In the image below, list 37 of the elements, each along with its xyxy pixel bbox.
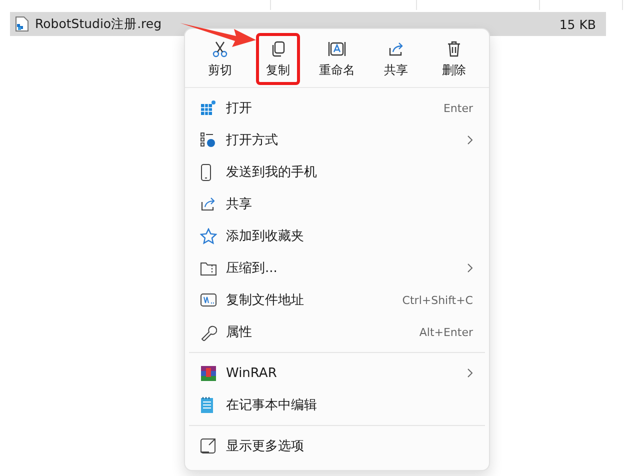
delete-button[interactable]: 删除	[432, 33, 476, 85]
grid-icon	[200, 100, 216, 116]
expand-icon	[200, 438, 216, 454]
notepad-icon	[200, 396, 214, 414]
shortcut-text: Ctrl+Shift+C	[402, 294, 473, 306]
share-icon	[387, 40, 405, 58]
trash-icon	[445, 40, 463, 58]
path-icon	[200, 293, 217, 307]
menu-item[interactable]: WinRAR	[185, 357, 489, 389]
menu-item[interactable]: 共享	[185, 188, 489, 220]
menu-item[interactable]: 压缩到...	[185, 252, 489, 284]
phone-icon	[200, 164, 212, 180]
file-size: 15 KB	[559, 16, 596, 32]
zip-folder-icon	[200, 260, 217, 276]
menu-item[interactable]: 添加到收藏夹	[185, 220, 489, 252]
menu-item[interactable]: 显示更多选项	[185, 430, 489, 462]
rename-button[interactable]: 重命名	[314, 33, 360, 85]
star-icon	[200, 228, 217, 244]
books-icon	[200, 364, 217, 382]
menu-item[interactable]: 打开方式	[185, 124, 489, 156]
shortcut-text: Enter	[443, 102, 473, 114]
registry-file-icon	[15, 16, 29, 32]
cut-button[interactable]: 剪切	[198, 33, 242, 85]
menu-item[interactable]: 属性 Alt+Enter	[185, 316, 489, 348]
menu-item[interactable]: 复制文件地址 Ctrl+Shift+C	[185, 284, 489, 316]
menu-item[interactable]: 发送到我的手机	[185, 156, 489, 188]
share-icon	[200, 196, 217, 212]
menu-item[interactable]: 在记事本中编辑	[185, 389, 489, 421]
wrench-icon	[200, 324, 217, 340]
open-with-icon	[200, 132, 216, 148]
share-button[interactable]: 共享	[374, 33, 418, 85]
scissors-icon	[211, 40, 229, 58]
menu-item[interactable]: 打开 Enter	[185, 92, 489, 124]
shortcut-text: Alt+Enter	[419, 326, 473, 338]
copy-button[interactable]: 复制	[256, 33, 300, 85]
file-name: RobotStudio注册.reg	[35, 16, 163, 32]
rename-icon	[328, 40, 346, 58]
